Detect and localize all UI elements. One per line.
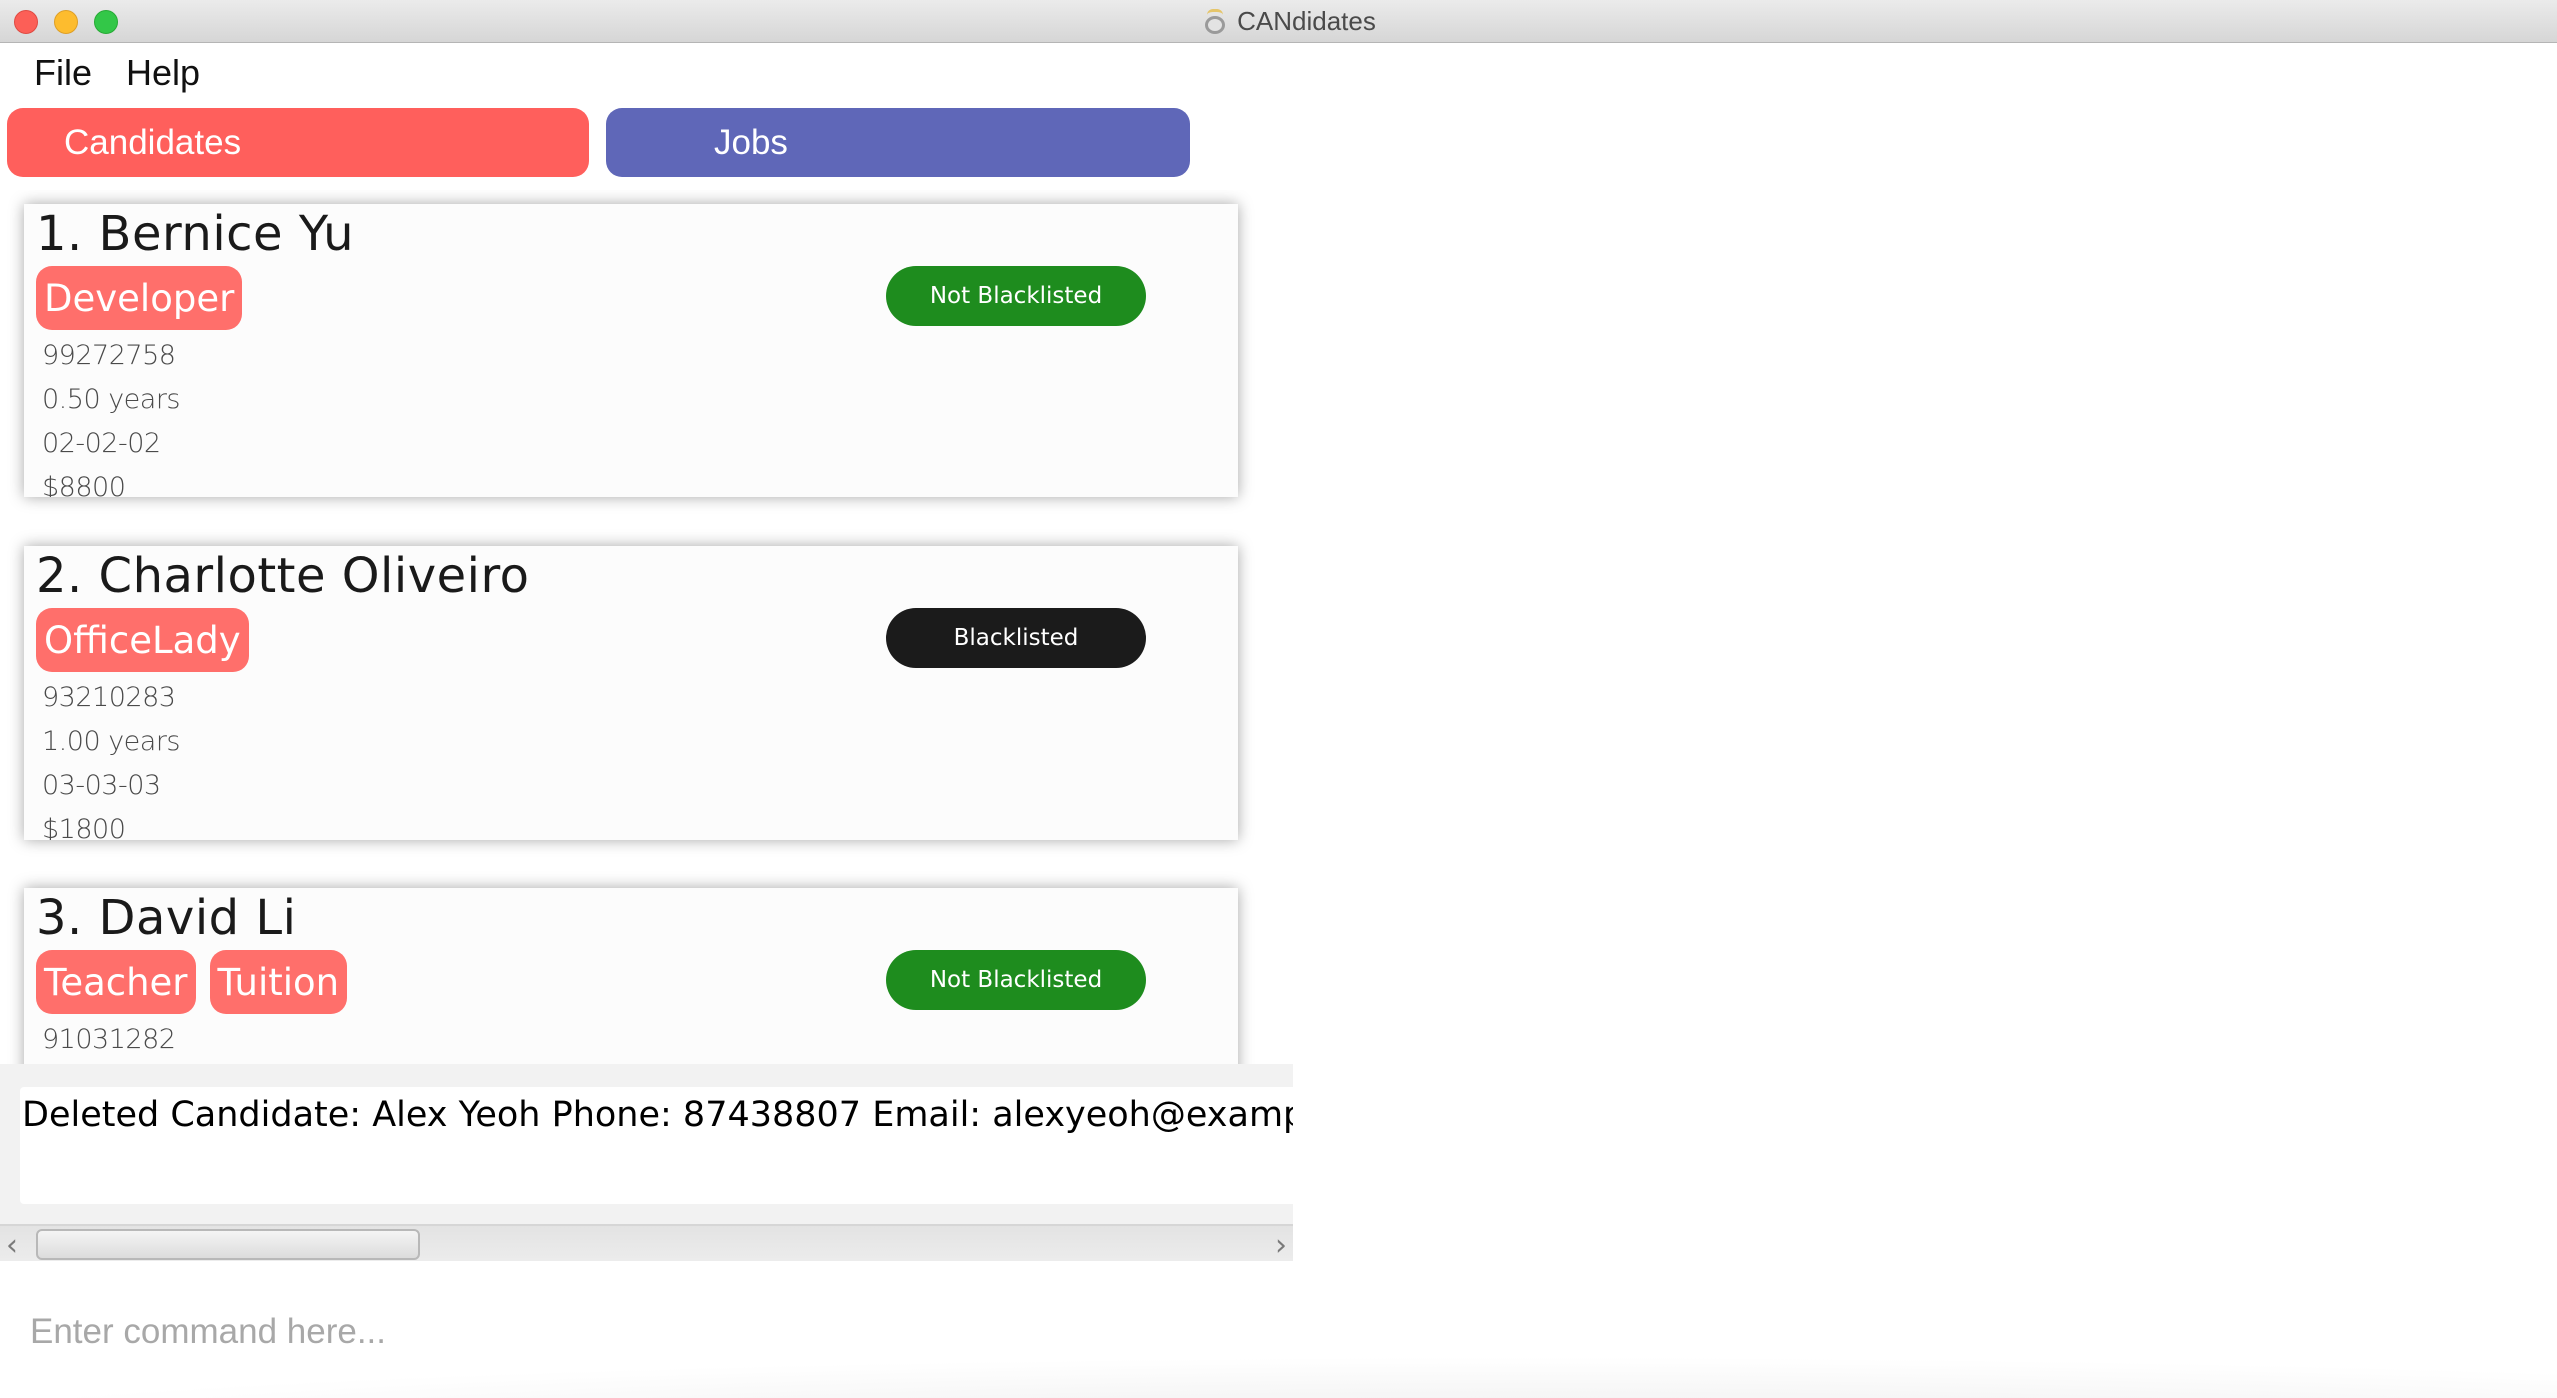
scrollbar-thumb[interactable] bbox=[36, 1229, 420, 1260]
command-box bbox=[0, 1262, 2557, 1398]
candidate-list[interactable]: 1. Bernice Yu Developer Not Blacklisted … bbox=[0, 190, 1293, 1064]
app-logo-ring bbox=[1205, 15, 1226, 34]
candidate-name: 2. Charlotte Oliveiro bbox=[36, 548, 530, 604]
menu-file[interactable]: File bbox=[0, 52, 110, 94]
candidate-card[interactable]: 3. David Li Teacher Tuition Not Blacklis… bbox=[24, 888, 1238, 1064]
candidate-card[interactable]: 1. Bernice Yu Developer Not Blacklisted … bbox=[24, 204, 1238, 497]
app-logo-icon bbox=[1201, 8, 1229, 36]
blacklist-status-label: Not Blacklisted bbox=[929, 283, 1103, 309]
horizontal-scrollbar[interactable]: ‹ › bbox=[0, 1224, 1293, 1263]
tag: Teacher bbox=[36, 950, 196, 1014]
result-display-panel: Deleted Candidate: Alex Yeoh Phone: 8743… bbox=[0, 1064, 1293, 1263]
candidate-phone: 93210283 bbox=[42, 682, 176, 713]
blacklist-status-label: Blacklisted bbox=[953, 625, 1079, 651]
result-display: Deleted Candidate: Alex Yeoh Phone: 8743… bbox=[20, 1087, 1293, 1204]
app-logo-crown bbox=[1207, 8, 1224, 16]
candidate-name: 3. David Li bbox=[36, 890, 297, 946]
menu-bar: File Help bbox=[0, 43, 218, 103]
tab-jobs[interactable]: Jobs bbox=[606, 108, 1190, 177]
command-input[interactable] bbox=[30, 1302, 2230, 1362]
scroll-left-icon[interactable]: ‹ bbox=[6, 1228, 18, 1263]
candidate-salary: $8800 bbox=[42, 472, 126, 497]
window-title-group: CANdidates bbox=[0, 0, 2557, 43]
tag: Tuition bbox=[209, 950, 348, 1014]
candidate-experience: 0.50 years bbox=[42, 384, 181, 415]
blacklist-status-button[interactable]: Not Blacklisted bbox=[886, 266, 1146, 326]
candidate-card[interactable]: 2. Charlotte Oliveiro OfficeLady Blackli… bbox=[24, 546, 1238, 840]
candidate-phone: 91031282 bbox=[42, 1024, 176, 1055]
tag-list: Teacher Tuition bbox=[36, 950, 348, 1014]
candidate-date: 03-03-03 bbox=[42, 770, 161, 801]
candidate-experience: 1.00 years bbox=[42, 726, 181, 757]
blacklist-status-button[interactable]: Not Blacklisted bbox=[886, 950, 1146, 1010]
blacklist-status-button[interactable]: Blacklisted bbox=[886, 608, 1146, 668]
candidate-phone: 99272758 bbox=[42, 340, 176, 371]
candidate-name: 1. Bernice Yu bbox=[36, 206, 355, 262]
tag: OfficeLady bbox=[36, 608, 249, 672]
window-title: CANdidates bbox=[1237, 6, 1376, 36]
menu-help[interactable]: Help bbox=[110, 52, 218, 94]
tag-list: OfficeLady bbox=[36, 608, 249, 672]
tag-list: Developer bbox=[36, 266, 243, 330]
title-bar: CANdidates bbox=[0, 0, 2557, 43]
tab-candidates[interactable]: Candidates bbox=[7, 108, 589, 177]
result-message: Deleted Candidate: Alex Yeoh Phone: 8743… bbox=[22, 1095, 1293, 1135]
blacklist-status-label: Not Blacklisted bbox=[929, 967, 1103, 993]
tab-candidates-label: Candidates bbox=[64, 122, 242, 162]
tab-jobs-label: Jobs bbox=[714, 122, 788, 162]
candidate-salary: $1800 bbox=[42, 814, 126, 840]
tag: Developer bbox=[36, 266, 243, 330]
scroll-right-icon[interactable]: › bbox=[1275, 1228, 1287, 1263]
candidate-date: 02-02-02 bbox=[42, 428, 161, 459]
